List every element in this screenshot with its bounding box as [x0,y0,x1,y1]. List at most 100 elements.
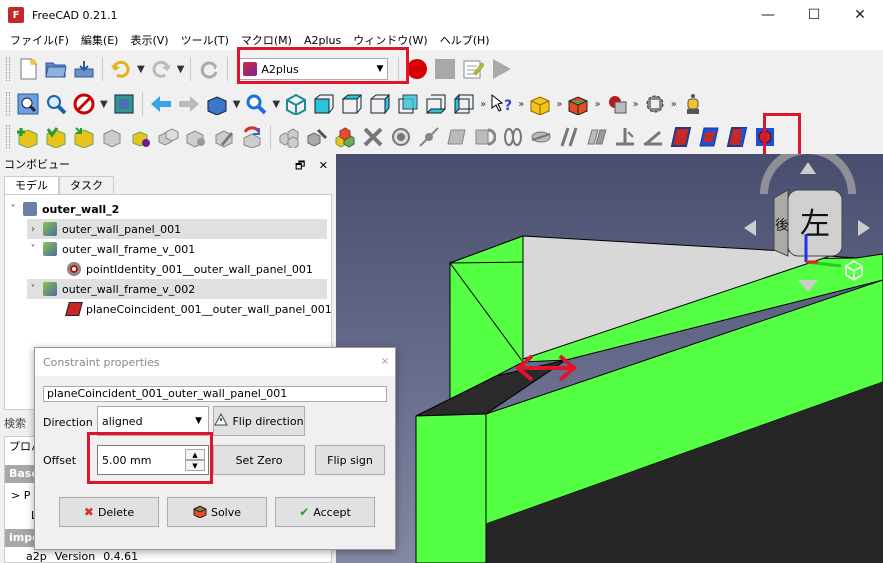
new-document-icon[interactable] [16,57,40,81]
more-tools-icon[interactable]: » [671,99,677,110]
forward-arrow-icon[interactable] [177,92,201,116]
redo-icon[interactable] [149,57,173,81]
duplicate-part-icon[interactable] [128,125,152,149]
flat-cubes-icon[interactable] [333,125,357,149]
angled-planes-icon[interactable] [641,125,665,149]
solve-button[interactable]: Solve [167,497,267,527]
tree-item-outer-wall-frame-v-002[interactable]: ˅ outer_wall_frame_v_002 [27,279,327,299]
view-isometric-icon[interactable] [284,92,308,116]
update-parts-icon[interactable] [44,125,68,149]
tree-item-plane-coincident[interactable]: planeCoincident_001__outer_wall_panel_00… [51,299,332,319]
flip-direction-button[interactable]: Flip direction [213,406,305,436]
redo-dropdown-icon[interactable]: ▼ [177,64,185,75]
macro-record-icon[interactable] [405,57,429,81]
view-rear-icon[interactable] [396,92,420,116]
convert-part-icon[interactable] [156,125,180,149]
workbench-cube-icon[interactable] [205,92,229,116]
chevron-down-icon[interactable]: ▼ [272,99,280,110]
undo-icon[interactable] [109,57,133,81]
axis-coincident-icon[interactable] [501,125,525,149]
restore-transform-icon[interactable] [240,125,264,149]
undo-dropdown-icon[interactable]: ▼ [137,64,145,75]
minimize-button[interactable]: — [745,0,791,30]
tab-model[interactable]: モデル [4,176,59,194]
expander-icon[interactable]: › [27,224,39,235]
back-arrow-icon[interactable] [149,92,173,116]
refresh-icon[interactable] [197,57,221,81]
plane-coincident-blue-icon[interactable] [669,125,693,149]
close-button[interactable]: ✕ [837,0,883,30]
bounding-box-icon[interactable] [112,92,136,116]
dialog-close-icon[interactable]: × [377,354,393,370]
whats-this-icon[interactable]: ? [490,92,514,116]
chevron-down-icon[interactable]: ▼ [100,99,108,110]
menu-tools[interactable]: ツール(T) [175,32,235,48]
plane-angle-icon[interactable] [585,125,609,149]
menu-edit[interactable]: 編集(E) [75,32,125,48]
axial-alignment-icon[interactable] [529,125,553,149]
gear-part-icon[interactable] [605,92,629,116]
draw-style-icon[interactable] [72,92,96,116]
menu-help[interactable]: ヘルプ(H) [434,32,496,48]
edit-pencil-icon[interactable] [212,125,236,149]
toggle-solver-icon[interactable] [305,125,329,149]
sphere-center-icon[interactable] [753,125,777,149]
navcube-arrow-up-icon[interactable] [800,162,816,174]
navcube-arrow-left-icon[interactable] [744,220,756,236]
expander-icon[interactable]: ˅ [27,244,39,255]
zoom-icon[interactable] [244,92,268,116]
open-folder-icon[interactable] [44,57,68,81]
navcube-arrow-right-icon[interactable] [858,220,870,236]
spin-up-icon[interactable]: ▲ [185,449,205,460]
3d-viewport[interactable]: 左 後 [336,154,883,563]
save-icon[interactable] [72,57,96,81]
close-panel-icon[interactable]: ✕ [319,159,328,172]
add-part-icon[interactable] [16,125,40,149]
solver-icon[interactable] [277,125,301,149]
plane-coincident-icon[interactable] [697,125,721,149]
property-row[interactable]: > P [5,489,30,502]
move-part-icon[interactable] [100,125,124,149]
edit-part-icon[interactable] [184,125,208,149]
view-left-icon[interactable] [452,92,476,116]
import-shape-icon[interactable] [72,125,96,149]
macro-edit-icon[interactable] [461,57,485,81]
rubik-cube-icon[interactable] [566,92,590,116]
tab-task[interactable]: タスク [59,176,114,194]
circular-edge-icon[interactable] [473,125,497,149]
view-right-icon[interactable] [368,92,392,116]
delete-constraints-icon[interactable] [361,125,385,149]
tree-item-point-identity[interactable]: pointIdentity_001__outer_wall_panel_001 [51,259,313,279]
float-panel-icon[interactable]: 🗗 [295,159,305,172]
center-of-mass-icon[interactable] [725,125,749,149]
view-bottom-icon[interactable] [424,92,448,116]
menu-window[interactable]: ウィンドウ(W) [347,32,433,48]
view-front-icon[interactable] [312,92,336,116]
menu-file[interactable]: ファイル(F) [4,32,75,48]
maximize-button[interactable]: ☐ [791,0,837,30]
property-version-row[interactable]: a2p Version 0.4.61 [26,550,146,563]
expander-icon[interactable]: ˅ [27,284,39,295]
menu-view[interactable]: 表示(V) [124,32,174,48]
view-top-icon[interactable] [340,92,364,116]
point-identity-icon[interactable] [389,125,413,149]
more-tools-icon[interactable]: » [518,99,524,110]
expander-icon[interactable]: ˅ [7,204,19,215]
menu-a2plus[interactable]: A2plus [298,34,347,47]
plane-parallel-icon[interactable] [557,125,581,149]
more-tools-icon[interactable]: » [594,99,600,110]
search-label[interactable]: 検索 [4,415,26,431]
spin-down-icon[interactable]: ▼ [185,460,205,471]
accept-button[interactable]: ✔ Accept [275,497,375,527]
constraint-name-field[interactable]: planeCoincident_001_outer_wall_panel_001 [43,386,387,402]
part-cube-icon[interactable] [528,92,552,116]
point-on-plane-icon[interactable] [445,125,469,149]
robot-icon[interactable] [681,92,705,116]
plane-perpendicular-icon[interactable] [613,125,637,149]
chevron-down-icon[interactable]: ▼ [233,99,241,110]
macro-stop-icon[interactable] [433,57,457,81]
fit-selection-icon[interactable] [44,92,68,116]
workbench-selector[interactable]: A2plus ▼ [238,58,389,80]
more-tools-icon[interactable]: » [480,99,486,110]
more-tools-icon[interactable]: » [556,99,562,110]
